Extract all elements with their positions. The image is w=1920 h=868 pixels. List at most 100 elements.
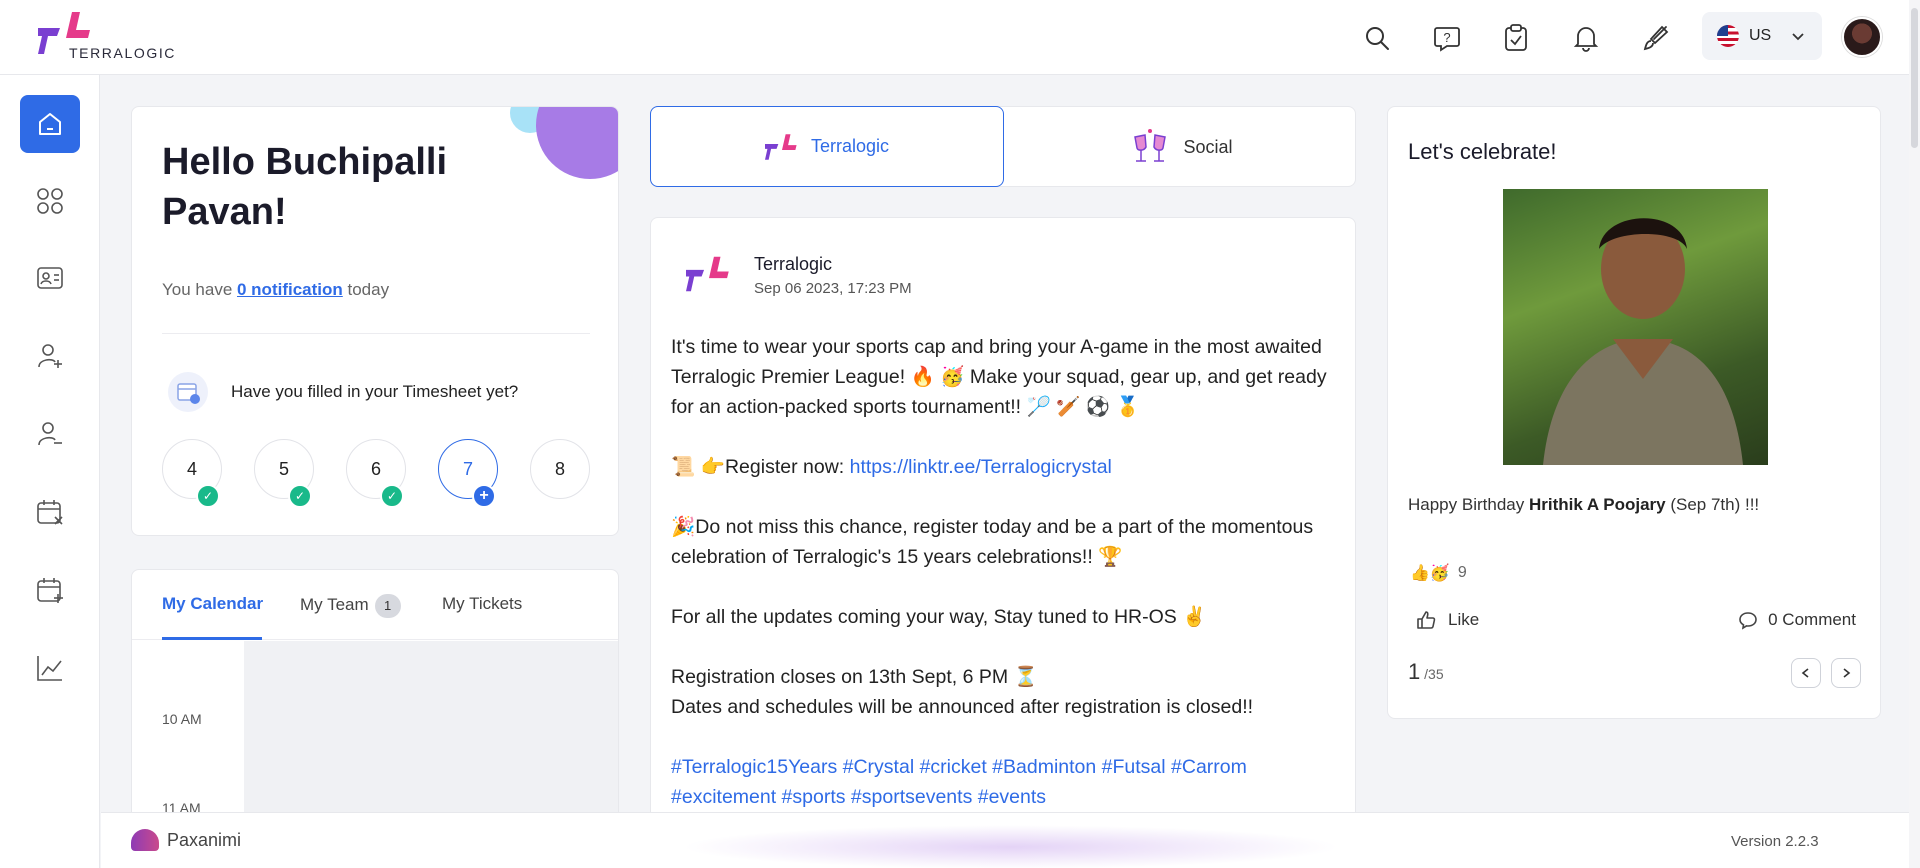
sidebar-item-home[interactable] (20, 95, 80, 153)
timesheet-question: Have you filled in your Timesheet yet? (231, 382, 519, 401)
paxanimi-logo-icon (131, 829, 159, 851)
tab-social-label: Social (1183, 136, 1233, 157)
tab-my-team[interactable]: My Team 1 (300, 594, 401, 618)
home-icon (39, 113, 61, 135)
registration-deadline: Registration closes on 13th Sept, 6 PM ⏳ (671, 666, 1038, 688)
page-scrollbar[interactable] (1909, 0, 1920, 868)
notification-suffix: today (342, 280, 390, 299)
sidebar-item-analytics[interactable] (20, 639, 80, 697)
scrollbar-thumb[interactable] (1911, 8, 1918, 148)
decorative-glow (681, 825, 1341, 868)
notification-prefix: You have (162, 280, 237, 299)
time-label: 10 AM (162, 711, 202, 727)
birthday-person: Hrithik A Poojary (1528, 495, 1666, 514)
help-button[interactable]: ? (1426, 17, 1468, 59)
terralogic-logo-icon (686, 256, 729, 292)
brand-wordmark: TERRALOGIC (69, 45, 177, 61)
help-chat-icon: ? (1434, 27, 1460, 52)
post-hashtags[interactable]: #Terralogic15Years #Crystal #cricket #Ba… (671, 752, 1341, 812)
post-paragraph: For all the updates coming your way, Sta… (671, 606, 1207, 628)
birthday-message: Happy Birthday Hrithik A Poojary (Sep 7t… (1408, 495, 1759, 515)
register-link[interactable]: https://linktr.ee/Terralogicrystal (850, 456, 1112, 478)
user-minus-icon (38, 422, 62, 446)
hashtags-link[interactable]: #Terralogic15Years #Crystal #cricket #Ba… (671, 756, 1247, 808)
birthday-photo (1503, 189, 1768, 465)
sidebar-item-add-user[interactable] (20, 327, 80, 385)
next-button[interactable] (1831, 658, 1861, 688)
theme-button[interactable] (1635, 17, 1677, 59)
tab-social[interactable]: Social (1005, 107, 1357, 187)
divider (162, 333, 590, 334)
day-number: 8 (554, 458, 565, 479)
notification-link[interactable]: 0 notification (237, 280, 343, 299)
timesheet-day[interactable]: 5 ✓ (254, 439, 314, 508)
team-count-badge: 1 (374, 594, 401, 618)
timesheet-day[interactable]: 8 (530, 439, 590, 499)
check-icon: ✓ (288, 484, 312, 508)
post-paragraph: 🎉Do not miss this chance, register today… (671, 516, 1314, 568)
paxanimi-brand[interactable]: Paxanimi (131, 829, 241, 851)
schedule-note: Dates and schedules will be announced af… (671, 696, 1254, 718)
footer: Paxanimi Version 2.2.3 (101, 812, 1920, 868)
sidebar-item-leave-apply[interactable] (20, 561, 80, 619)
us-flag-icon (1717, 25, 1739, 47)
like-button[interactable]: Like (1416, 610, 1479, 630)
tab-terralogic[interactable]: Terralogic (650, 106, 1004, 187)
tasks-button[interactable] (1495, 17, 1537, 59)
sidebar-item-remove-user[interactable] (20, 405, 80, 463)
chevron-left-icon (1801, 668, 1809, 678)
feed-post: Terralogic Sep 06 2023, 17:23 PM It's ti… (650, 217, 1356, 868)
sidebar (0, 75, 100, 868)
search-button[interactable] (1356, 17, 1398, 59)
check-icon: ✓ (380, 484, 404, 508)
bell-icon (1573, 27, 1599, 52)
tab-my-team-label: My Team (300, 595, 369, 614)
user-avatar[interactable] (1842, 17, 1882, 57)
language-selector[interactable]: US (1702, 12, 1822, 60)
cheers-glasses-icon (1134, 129, 1167, 162)
paint-brush-icon (1643, 25, 1669, 51)
plus-icon[interactable]: + (472, 484, 496, 508)
sidebar-item-leave-cancel[interactable] (20, 483, 80, 541)
chevron-right-icon (1843, 668, 1851, 678)
page-current: 1 (1408, 659, 1421, 684)
calendar-x-icon (37, 500, 63, 525)
check-icon: ✓ (196, 484, 220, 508)
notification-summary: You have 0 notification today (162, 280, 389, 300)
feed-tabs: Terralogic Social (650, 106, 1356, 187)
greeting-title: Hello Buchipalli Pavan! (162, 141, 448, 233)
timesheet-icon (168, 372, 208, 412)
language-label: US (1749, 27, 1772, 44)
post-author[interactable]: Terralogic (754, 254, 832, 275)
previous-button[interactable] (1791, 658, 1821, 688)
day-number: 7 (462, 458, 473, 479)
post-date: Sep 06 2023, 17:23 PM (754, 280, 912, 297)
celebration-pager: 1 /35 (1408, 659, 1444, 685)
day-number: 6 (370, 458, 381, 479)
timesheet-day[interactable]: 4 ✓ (162, 439, 222, 508)
tab-my-tickets[interactable]: My Tickets (442, 594, 522, 614)
sidebar-item-apps[interactable] (20, 172, 80, 230)
reactions-summary[interactable]: 👍🥳 9 (1410, 563, 1467, 583)
chevron-down-icon (1792, 33, 1804, 41)
page-total: /35 (1420, 666, 1444, 682)
celebration-card: Let's celebrate! Happy Birthday Hrithik … (1387, 106, 1881, 719)
svg-text:?: ? (1443, 30, 1450, 45)
version-label: Version 2.2.3 (1731, 833, 1819, 850)
timesheet-day[interactable]: 6 ✓ (346, 439, 406, 508)
terralogic-logo[interactable]: TERRALOGIC (38, 10, 188, 62)
id-card-icon (37, 267, 63, 289)
sidebar-item-profile[interactable] (20, 249, 80, 307)
comment-button[interactable]: 0 Comment (1738, 610, 1856, 630)
post-body: It's time to wear your sports cap and br… (671, 332, 1341, 842)
top-header: TERRALOGIC ? US (0, 0, 1920, 75)
notifications-button[interactable] (1565, 17, 1607, 59)
post-paragraph: 📜 👉Register now: https://linktr.ee/Terra… (671, 452, 1341, 482)
birthday-suffix: (Sep 7th) !!! (1665, 495, 1760, 514)
celebration-title: Let's celebrate! (1408, 139, 1557, 164)
register-prefix: 📜 👉Register now: (671, 456, 850, 478)
tab-terralogic-label: Terralogic (810, 136, 890, 156)
tab-my-calendar[interactable]: My Calendar (162, 594, 263, 614)
terralogic-logo-icon (764, 133, 797, 160)
timesheet-day-selected[interactable]: 7 + (438, 439, 498, 508)
